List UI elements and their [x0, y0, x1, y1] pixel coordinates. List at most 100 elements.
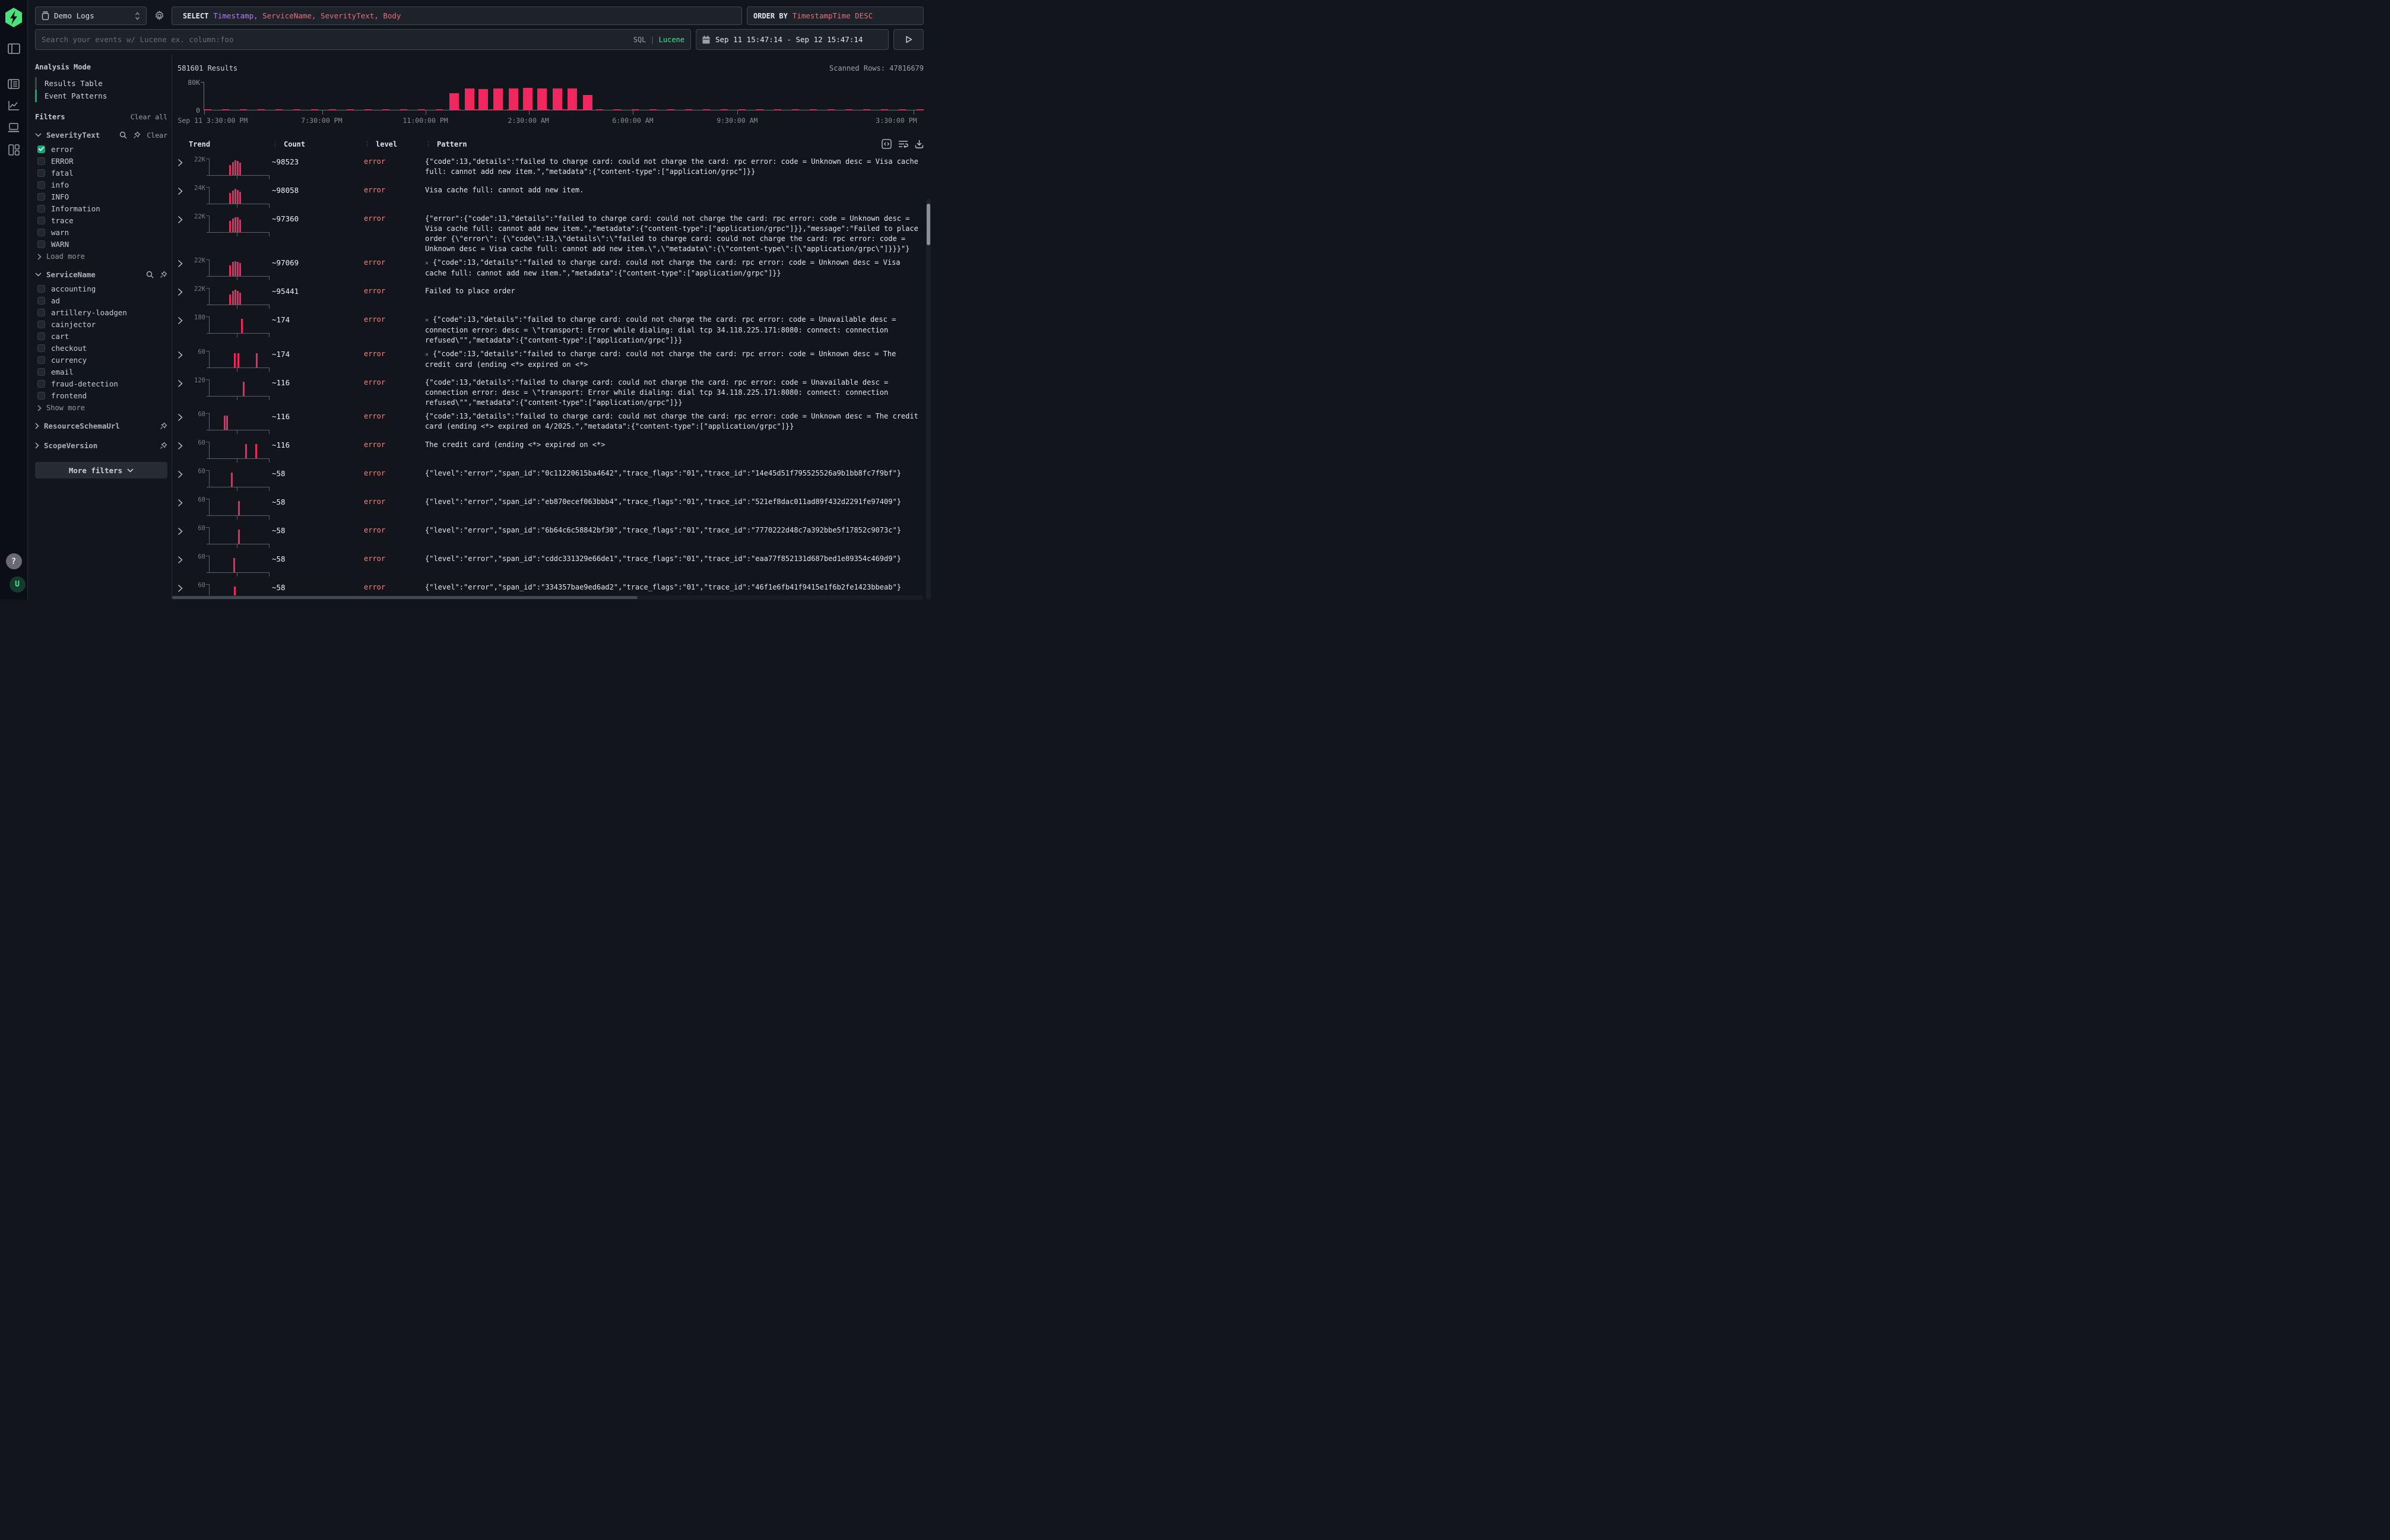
row-expander[interactable] [177, 314, 189, 346]
histogram-bar[interactable] [537, 88, 547, 110]
sidebar-toggle-icon[interactable] [5, 40, 22, 57]
histogram-bar[interactable] [568, 88, 577, 110]
filter-option-checkout[interactable]: checkout [35, 342, 167, 354]
column-resize-handle[interactable]: ⋮ [425, 140, 432, 148]
filter-option-info[interactable]: info [35, 179, 167, 191]
column-header-trend[interactable]: Trend [189, 140, 272, 148]
clear-all-filters-button[interactable]: Clear all [131, 113, 167, 121]
column-header-pattern[interactable]: ⋮Pattern [425, 139, 924, 149]
filter-option-currency[interactable]: currency [35, 354, 167, 366]
row-expander[interactable] [177, 257, 189, 283]
pin-icon[interactable] [160, 442, 167, 449]
column-header-count[interactable]: ⋮Count [272, 140, 364, 148]
filter-group-header-SeverityText[interactable]: SeverityTextClear [35, 127, 167, 143]
results-histogram[interactable]: 80K 0 Sep 11 3:30:00 PM7:30:00 PM11:00:0… [177, 82, 924, 128]
checkbox-email[interactable] [37, 368, 45, 376]
filter-option-cainjector[interactable]: cainjector [35, 318, 167, 330]
histogram-bar[interactable] [465, 88, 474, 110]
filter-group-header-ScopeVersion[interactable]: ScopeVersion [35, 438, 167, 454]
search-logs-icon[interactable] [5, 75, 22, 92]
pattern-row[interactable]: 22K~97069error✕{"code":13,"details":"fai… [177, 256, 924, 284]
pin-icon[interactable] [160, 422, 167, 430]
histogram-bar[interactable] [493, 88, 503, 110]
filter-option-frontend[interactable]: frontend [35, 389, 167, 401]
checkbox-error[interactable] [37, 145, 45, 153]
run-query-button[interactable] [893, 29, 924, 50]
language-sql-option[interactable]: SQL [633, 36, 646, 44]
dismiss-x-icon[interactable]: ✕ [425, 317, 429, 324]
checkbox-warn[interactable] [37, 229, 45, 236]
filter-option-error[interactable]: error [35, 143, 167, 155]
checkbox-WARN[interactable] [37, 240, 45, 248]
help-button[interactable]: ? [6, 553, 22, 569]
column-resize-handle[interactable]: ⋮ [272, 140, 278, 148]
dismiss-x-icon[interactable]: ✕ [425, 351, 429, 358]
row-expander[interactable] [177, 525, 189, 550]
row-expander[interactable] [177, 185, 189, 210]
download-icon[interactable] [915, 140, 924, 148]
pattern-row[interactable]: 60~58error{"level":"error","span_id":"6b… [177, 524, 924, 552]
horizontal-scrollbar-thumb[interactable] [172, 596, 638, 599]
pattern-row[interactable]: 60~116errorThe credit card (ending <*> e… [177, 438, 924, 467]
pattern-row[interactable]: 22K~97360error{"error":{"code":13,"detai… [177, 212, 924, 256]
filter-option-fatal[interactable]: fatal [35, 167, 167, 179]
search-icon[interactable] [119, 131, 127, 139]
analysis-mode-item-event-patterns[interactable]: Event Patterns [35, 90, 167, 102]
filter-option-WARN[interactable]: WARN [35, 238, 167, 250]
pin-icon[interactable] [133, 131, 141, 139]
pattern-row[interactable]: 120~116error{"code":13,"details":"failed… [177, 376, 924, 410]
filter-option-warn[interactable]: warn [35, 226, 167, 238]
row-expander[interactable] [177, 348, 189, 374]
checkbox-ERROR[interactable] [37, 157, 45, 165]
user-avatar[interactable]: U [9, 576, 26, 592]
pattern-row[interactable]: 60~174error✕{"code":13,"details":"failed… [177, 347, 924, 376]
filter-option-cart[interactable]: cart [35, 330, 167, 342]
checkbox-fraud-detection[interactable] [37, 380, 45, 388]
row-expander[interactable] [177, 156, 189, 182]
filter-group-clear-button[interactable]: Clear [147, 131, 167, 140]
filter-option-Information[interactable]: Information [35, 202, 167, 214]
column-resize-handle[interactable]: ⋮ [364, 140, 370, 148]
row-expander[interactable] [177, 439, 189, 465]
filter-group-header-ServiceName[interactable]: ServiceName [35, 267, 167, 283]
horizontal-scrollbar[interactable] [172, 595, 923, 600]
pattern-row[interactable]: 180~174error✕{"code":13,"details":"faile… [177, 313, 924, 347]
search-input[interactable]: Search your events w/ Lucene ex. column:… [35, 29, 691, 50]
checkbox-checkout[interactable] [37, 344, 45, 352]
wrap-text-icon[interactable] [898, 140, 908, 148]
checkbox-Information[interactable] [37, 205, 45, 213]
checkbox-frontend[interactable] [37, 392, 45, 400]
checkbox-ad[interactable] [37, 297, 45, 305]
column-header-level[interactable]: ⋮level [364, 140, 425, 148]
source-settings-gear-icon[interactable] [151, 8, 167, 24]
row-expander[interactable] [177, 286, 189, 311]
row-expander[interactable] [177, 411, 189, 436]
time-range-picker[interactable]: Sep 11 15:47:14 - Sep 12 15:47:14 [696, 29, 889, 50]
pattern-row[interactable]: 60~58error{"level":"error","span_id":"eb… [177, 495, 924, 524]
filter-option-ad[interactable]: ad [35, 294, 167, 306]
hyperdx-logo-icon[interactable] [5, 8, 23, 27]
checkbox-accounting[interactable] [37, 285, 45, 293]
row-expander[interactable] [177, 496, 189, 522]
pattern-row[interactable]: 60~58error{"level":"error","span_id":"cd… [177, 552, 924, 581]
dashboards-icon[interactable] [5, 141, 22, 158]
dismiss-x-icon[interactable]: ✕ [425, 260, 429, 267]
pattern-row[interactable]: 60~116error{"code":13,"details":"failed … [177, 410, 924, 438]
row-expander[interactable] [177, 213, 189, 254]
analysis-mode-item-results-table[interactable]: Results Table [35, 77, 167, 90]
filter-option-artillery-loadgen[interactable]: artillery-loadgen [35, 306, 167, 318]
checkbox-fatal[interactable] [37, 169, 45, 177]
pattern-row[interactable]: 24K~98058errorVisa cache full: cannot ad… [177, 183, 924, 212]
pattern-row[interactable]: 22K~98523error{"code":13,"details":"fail… [177, 155, 924, 183]
client-sessions-icon[interactable] [5, 119, 22, 136]
filter-group-show-more-button[interactable]: Show more [35, 401, 167, 414]
select-query-input[interactable]: SELECTTimestamp, ServiceName, SeverityTe… [172, 7, 742, 25]
filter-group-load-more-button[interactable]: Load more [35, 250, 167, 263]
checkbox-cainjector[interactable] [37, 321, 45, 328]
source-selector[interactable]: Demo Logs [35, 7, 147, 25]
row-expander[interactable] [177, 553, 189, 579]
checkbox-trace[interactable] [37, 217, 45, 224]
filter-option-trace[interactable]: trace [35, 214, 167, 226]
pattern-row[interactable]: 60~58error{"level":"error","span_id":"0c… [177, 467, 924, 495]
checkbox-INFO[interactable] [37, 193, 45, 201]
